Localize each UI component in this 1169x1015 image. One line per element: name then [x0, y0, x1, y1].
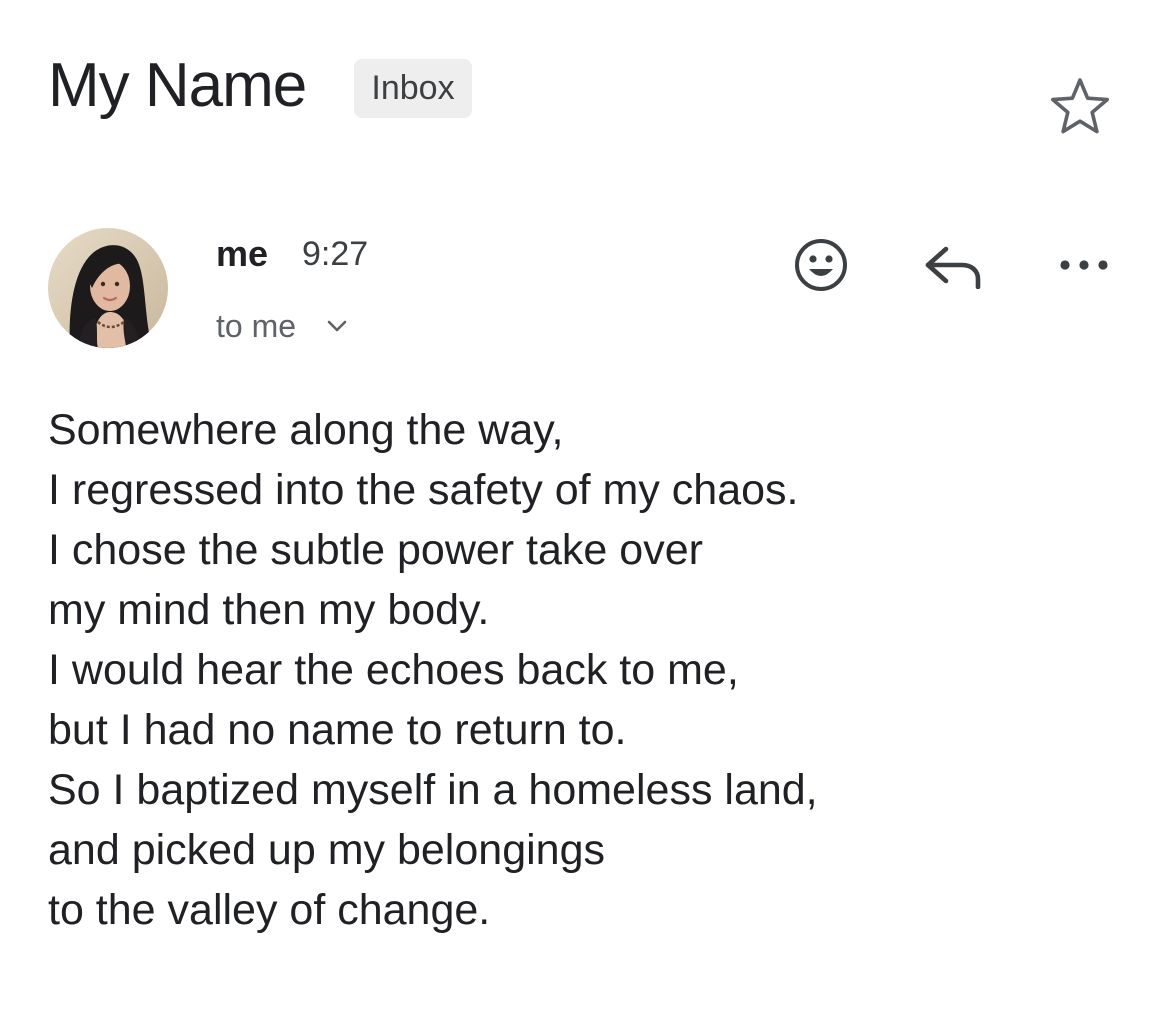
- more-horizontal-icon[interactable]: [1058, 256, 1110, 274]
- reply-arrow-icon[interactable]: [922, 243, 984, 289]
- profile-photo-icon: [48, 228, 168, 348]
- recipients-text: to me: [216, 308, 297, 344]
- body-line: I chose the subtle power take over: [48, 526, 703, 574]
- star-icon[interactable]: [1048, 76, 1112, 136]
- sent-time: 9:27: [302, 235, 369, 273]
- body-line: I regressed into the safety of my chaos.: [48, 466, 799, 514]
- email-subject: My Name: [48, 51, 307, 120]
- body-line: I would hear the echoes back to me,: [48, 646, 739, 694]
- email-body: Somewhere along the way, I regressed int…: [48, 400, 818, 940]
- chevron-down-icon: [327, 320, 347, 332]
- body-line: my mind then my body.: [48, 586, 490, 634]
- smiley-icon[interactable]: [793, 237, 849, 293]
- body-line: So I baptized myself in a homeless land,: [48, 766, 818, 814]
- sender-name[interactable]: me: [216, 232, 268, 276]
- body-line: to the valley of change.: [48, 886, 491, 934]
- body-line: and picked up my belongings: [48, 826, 605, 874]
- body-line: Somewhere along the way,: [48, 406, 564, 454]
- sender-avatar[interactable]: [48, 228, 168, 348]
- body-line: but I had no name to return to.: [48, 706, 627, 754]
- recipients-toggle[interactable]: to me: [216, 303, 348, 349]
- inbox-label-chip[interactable]: Inbox: [354, 59, 472, 118]
